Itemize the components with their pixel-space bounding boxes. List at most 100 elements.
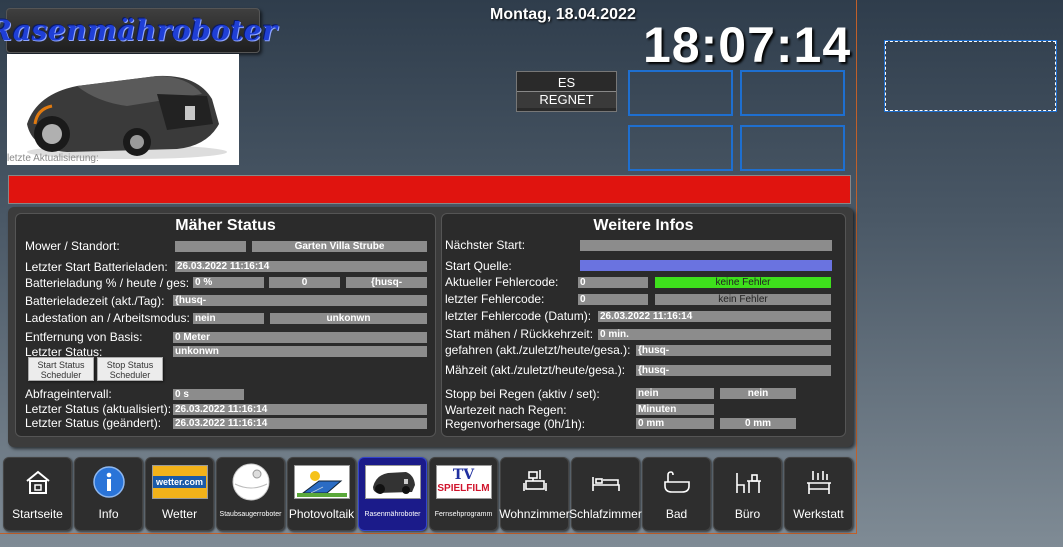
clock-display: 18:07:14 xyxy=(643,17,852,73)
work-mode-value: unkonwn xyxy=(270,313,427,324)
living-room-icon xyxy=(507,465,563,499)
error-code-text: keine Fehler xyxy=(655,277,831,288)
start-source-value xyxy=(580,260,832,271)
battery-total-value: {husq- xyxy=(346,277,427,288)
nav-label: Wetter xyxy=(161,507,198,521)
charge-time-label: Batterieladezeit (akt./Tag): xyxy=(25,294,165,308)
widget-slot-2[interactable] xyxy=(740,70,845,116)
nav-label: Rasenmähroboter xyxy=(364,511,421,518)
distance-value: 0 Meter xyxy=(173,332,427,343)
nav-label: Info xyxy=(98,507,119,521)
nav-fernsehprogramm[interactable]: TV SPIELFILM Fernsehprogramm xyxy=(429,457,498,531)
rain-button-line1: ES xyxy=(557,75,576,90)
lawnmower-icon xyxy=(364,465,421,499)
charge-time-value: {husq- xyxy=(173,295,427,306)
nav-bad[interactable]: Bad xyxy=(642,457,711,531)
selected-widget-slot[interactable] xyxy=(884,40,1057,112)
nav-label: Startseite xyxy=(12,507,63,521)
last-update-label: letzte Aktualisierung: xyxy=(7,153,99,164)
nav-label: Wohnzimmer xyxy=(499,507,570,521)
tv-logo-text: TV xyxy=(452,467,475,483)
bed-icon xyxy=(578,465,634,499)
status-changed-value: 26.03.2022 11:16:14 xyxy=(173,418,427,429)
maeher-status-title: Mäher Status xyxy=(175,217,276,234)
rain-stop-label: Stopp bei Regen (aktiv / set): xyxy=(445,387,600,401)
rain-forecast-label: Regenvorhersage (0h/1h): xyxy=(445,417,586,431)
last-error-date-value: 26.03.2022 11:16:14 xyxy=(598,311,831,322)
rain-forecast-1h-value: 0 mm xyxy=(720,418,796,429)
rain-wait-label: Wartezeit nach Regen: xyxy=(445,403,567,417)
widget-slot-4[interactable] xyxy=(740,125,845,171)
last-charge-start-value: 26.03.2022 11:16:14 xyxy=(175,261,427,272)
last-charge-start-label: Letzter Start Batterieladen: xyxy=(25,260,168,274)
lawnmower-picture-icon xyxy=(27,75,227,159)
widget-slot-1[interactable] xyxy=(628,70,733,116)
nav-staubsaugerroboter[interactable]: Staubsaugerroboter xyxy=(216,457,285,531)
workbench-icon xyxy=(791,465,847,499)
mower-location-label: Mower / Standort: xyxy=(25,239,120,253)
driven-value: {husq- xyxy=(636,345,831,356)
nav-startseite[interactable]: Startseite xyxy=(3,457,72,531)
widget-slot-3[interactable] xyxy=(628,125,733,171)
nav-wetter[interactable]: wetter.com Wetter xyxy=(145,457,214,531)
last-error-code-text: kein Fehler xyxy=(655,294,831,305)
weitere-infos-title: Weitere Infos xyxy=(593,217,694,234)
battery-today-value: 0 xyxy=(269,277,340,288)
battery-percent-value: 0 % xyxy=(193,277,264,288)
tv-spielfilm-logo: TV SPIELFILM xyxy=(435,465,492,499)
stop-scheduler-button[interactable]: Stop Status Scheduler xyxy=(97,357,163,381)
charging-station-value: nein xyxy=(193,313,264,324)
rain-button[interactable]: ES REGNET xyxy=(516,71,617,112)
home-icon xyxy=(10,465,66,499)
nav-photovoltaik[interactable]: Photovoltaik xyxy=(287,457,356,531)
nav-schlafzimmer[interactable]: Schlafzimmer xyxy=(569,457,642,531)
info-icon xyxy=(81,465,137,499)
solar-panel-icon xyxy=(293,465,350,499)
vacuum-robot-icon xyxy=(223,463,279,501)
error-code-value: 0 xyxy=(578,277,648,288)
rain-forecast-0h-value: 0 mm xyxy=(636,418,714,429)
rain-stop-set-value: nein xyxy=(720,388,796,399)
bathtub-icon xyxy=(649,465,705,499)
nav-label: Bad xyxy=(665,507,688,521)
rain-stop-active-value: nein xyxy=(636,388,714,399)
date-display: Montag, 18.04.2022 xyxy=(490,6,636,23)
nav-buero[interactable]: Büro xyxy=(713,457,782,531)
app-title: Rasenmähroboter xyxy=(0,14,278,47)
app-title-box: Rasenmähroboter xyxy=(0,8,277,53)
nav-label: Staubsaugerroboter xyxy=(219,511,282,518)
start-source-label: Start Quelle: xyxy=(445,259,512,273)
bottom-navigation: Startseite Info wetter.com Wetter Staubs… xyxy=(2,457,856,533)
mow-time-label: Mähzeit (akt./zuletzt/heute/gesa.): xyxy=(445,363,626,377)
wetter-logo: wetter.com xyxy=(151,465,208,499)
last-error-code-label: letzter Fehlercode: xyxy=(445,292,545,306)
driven-label: gefahren (akt./zuletzt/heute/gesa.): xyxy=(445,343,631,357)
last-error-code-value: 0 xyxy=(578,294,648,305)
nav-werkstatt[interactable]: Werkstatt xyxy=(784,457,853,531)
error-code-label: Aktueller Fehlercode: xyxy=(445,275,559,289)
nav-info[interactable]: Info xyxy=(74,457,143,531)
status-updated-value: 26.03.2022 11:16:14 xyxy=(173,404,427,415)
nav-label: Schlafzimmer xyxy=(569,507,642,521)
desk-icon xyxy=(720,465,776,499)
rain-button-line2: REGNET xyxy=(517,91,616,108)
nav-label: Büro xyxy=(734,507,761,521)
mow-time-value: {husq- xyxy=(636,365,831,376)
spielfilm-logo-text: SPIELFILM xyxy=(437,483,490,494)
last-error-date-label: letzter Fehlercode (Datum): xyxy=(445,309,592,323)
nav-rasenmaehroboter[interactable]: Rasenmähroboter xyxy=(358,457,427,531)
nav-label: Werkstatt xyxy=(793,507,844,521)
next-start-value xyxy=(580,240,832,251)
status-changed-label: Letzter Status (geändert): xyxy=(25,416,162,430)
rain-wait-value: Minuten xyxy=(636,404,714,415)
nav-label: Photovoltaik xyxy=(288,507,355,521)
status-updated-label: Letzter Status (aktualisiert): xyxy=(25,402,172,416)
poll-interval-value: 0 s xyxy=(173,389,244,400)
start-scheduler-button[interactable]: Start Status Scheduler xyxy=(28,357,94,381)
last-status-value: unkonwn xyxy=(173,346,427,357)
nav-wohnzimmer[interactable]: Wohnzimmer xyxy=(499,457,570,531)
distance-label: Entfernung von Basis: xyxy=(25,330,143,344)
poll-interval-label: Abfrageintervall: xyxy=(25,387,112,401)
mower-location-value: Garten Villa Strube xyxy=(252,241,427,252)
alert-bar xyxy=(8,175,851,204)
